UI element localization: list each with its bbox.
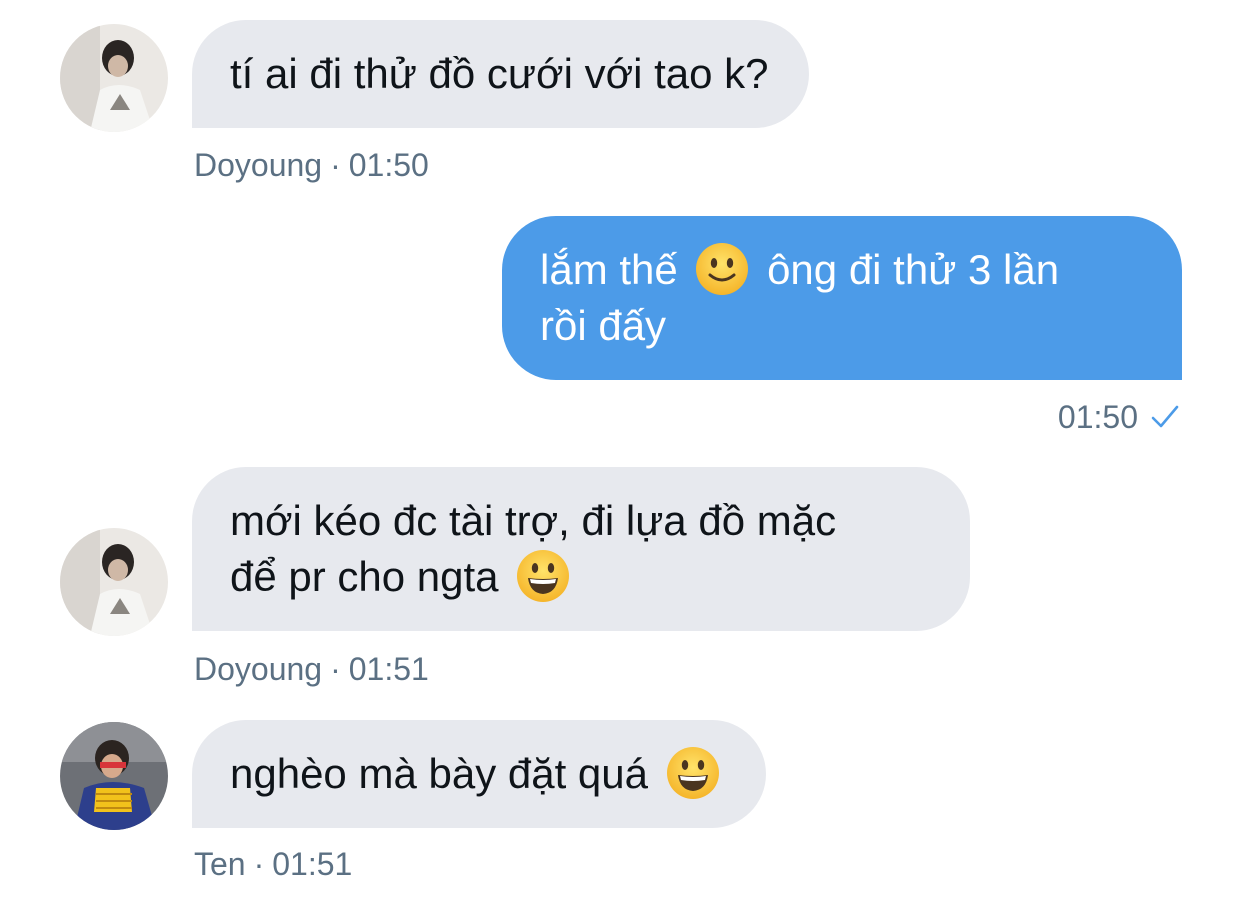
message-time: 01:51 [348, 651, 429, 687]
message-time: 01:50 [1057, 399, 1138, 435]
conversation: tí ai đi thử đồ cưới với tao k? Doyoung ·… [0, 0, 1242, 907]
message-meta: Doyoung · 01:50 [194, 147, 429, 184]
slightly-smiling-face-icon [695, 242, 749, 296]
message-text-part: lắm thế [540, 246, 678, 293]
message-text: nghèo mà bày đặt quá [230, 750, 648, 797]
message-text-part: ông đi thử 3 lần [767, 246, 1060, 293]
grinning-face-icon [516, 549, 570, 603]
doyoung-avatar[interactable] [60, 528, 168, 636]
sent-check-icon [1150, 401, 1180, 428]
outgoing-message-bubble[interactable]: lắm thế ông đi thử 3 lần rồi đấy [502, 216, 1182, 380]
message-text-line2: rồi đấy [540, 302, 667, 349]
message-bubble[interactable]: mới kéo đc tài trợ, đi lựa đồ mặc để pr … [192, 467, 970, 631]
message-text: tí ai đi thử đồ cưới với tao k? [230, 50, 769, 97]
ten-avatar[interactable] [60, 722, 168, 830]
grinning-face-icon [666, 746, 720, 800]
message-bubble[interactable]: tí ai đi thử đồ cưới với tao k? [192, 20, 809, 128]
sender-name: Doyoung [194, 147, 323, 183]
doyoung-avatar[interactable] [60, 24, 168, 132]
message-meta: 01:50 [1058, 399, 1180, 436]
message-meta: Ten · 01:51 [194, 846, 352, 883]
meta-separator: · [253, 846, 265, 882]
message-time: 01:50 [348, 147, 429, 183]
meta-separator: · [330, 651, 341, 687]
sender-name: Ten [194, 846, 246, 882]
message-time: 01:51 [272, 846, 353, 882]
message-bubble[interactable]: nghèo mà bày đặt quá [192, 720, 766, 828]
meta-separator: · [330, 147, 341, 183]
message-meta: Doyoung · 01:51 [194, 651, 429, 688]
sender-name: Doyoung [194, 651, 323, 687]
message-text-line1: mới kéo đc tài trợ, đi lựa đồ mặc [230, 497, 837, 544]
message-text-line2: để pr cho ngta [230, 553, 499, 600]
